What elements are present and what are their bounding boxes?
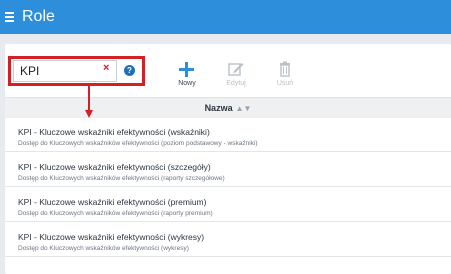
edit-icon bbox=[228, 63, 244, 76]
row-description: Dostęp do Kluczowych wskaźników efektywn… bbox=[18, 210, 213, 217]
new-button-label: Nowy bbox=[178, 80, 196, 87]
row-description: Dostęp do Kluczowych wskaźników efektywn… bbox=[18, 140, 258, 147]
trash-icon bbox=[280, 61, 290, 77]
new-button[interactable]: Nowy bbox=[172, 60, 202, 87]
plus-icon bbox=[179, 62, 194, 77]
row-description: Dostęp do Kluczowych wskaźników efektywn… bbox=[18, 175, 225, 182]
delete-button[interactable]: Usuń bbox=[270, 60, 300, 87]
row-description: Dostęp do Kluczowych wskaźników efektywn… bbox=[18, 245, 189, 252]
row-title: KPI - Kluczowe wskaźniki efektywności (s… bbox=[18, 162, 211, 172]
annotation-arrow-head bbox=[85, 110, 93, 118]
help-icon[interactable]: ? bbox=[124, 65, 135, 76]
table-header: Nazwa ▲▼ bbox=[5, 97, 451, 119]
annotation-arrow-line bbox=[88, 86, 90, 112]
row-title: KPI - Kluczowe wskaźniki efektywności (w… bbox=[18, 232, 205, 242]
hamburger-menu-icon[interactable] bbox=[5, 10, 14, 24]
search-input[interactable]: KPI bbox=[13, 60, 117, 82]
table-row[interactable]: KPI - Kluczowe wskaźniki efektywności (s… bbox=[5, 153, 451, 187]
edit-button[interactable]: Edytuj bbox=[221, 60, 251, 87]
row-title: KPI - Kluczowe wskaźniki efektywności (w… bbox=[18, 127, 210, 137]
delete-button-label: Usuń bbox=[276, 80, 294, 87]
row-title: KPI - Kluczowe wskaźniki efektywności (p… bbox=[18, 197, 207, 207]
table-row[interactable]: KPI - Kluczowe wskaźniki efektywności (w… bbox=[5, 118, 451, 152]
column-header-name[interactable]: Nazwa bbox=[205, 103, 233, 113]
sort-icon[interactable]: ▲▼ bbox=[236, 104, 252, 113]
edit-button-label: Edytuj bbox=[226, 80, 246, 87]
table-row[interactable]: KPI - Kluczowe wskaźniki efektywności (p… bbox=[5, 188, 451, 222]
table-row[interactable]: KPI - Kluczowe wskaźniki efektywności (w… bbox=[5, 223, 451, 257]
top-bar: Role bbox=[0, 0, 451, 34]
clear-search-icon[interactable]: × bbox=[103, 62, 109, 74]
page-title: Role bbox=[22, 8, 55, 25]
